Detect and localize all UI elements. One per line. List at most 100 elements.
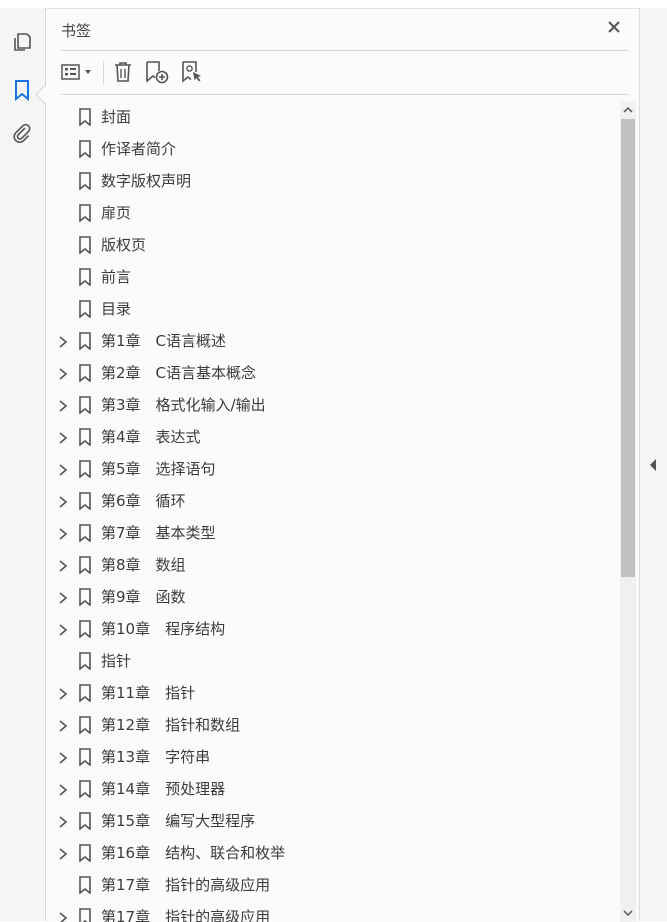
delete-bookmark-icon [115,62,131,82]
header-divider [61,50,629,51]
bookmark-row[interactable]: 第7章 基本类型 [46,517,620,549]
bookmark-row[interactable]: 第9章 函数 [46,581,620,613]
chevron-right-icon[interactable] [58,528,68,540]
options-menu-button[interactable] [60,59,98,85]
chevron-right-icon[interactable] [58,816,68,828]
bookmark-label: 第12章 指针和数组 [101,716,241,734]
chevron-right-icon[interactable] [58,624,68,636]
bookmark-icon[interactable] [10,78,34,102]
bookmark-label: 版权页 [101,236,147,254]
bookmark-row[interactable]: 第4章 表达式 [46,421,620,453]
chevron-right-icon[interactable] [58,848,68,860]
delete-bookmark-button[interactable] [112,59,136,85]
chevron-right-icon[interactable] [58,368,68,380]
chevron-right-icon[interactable] [58,592,68,604]
bookmark-label: 第9章 函数 [101,588,186,606]
bookmark-label: 第8章 数组 [101,556,186,574]
bookmark-row[interactable]: 第6章 循环 [46,485,620,517]
bookmark-row[interactable]: 前言 [46,261,620,293]
scroll-down-icon[interactable] [620,904,636,922]
chevron-right-icon[interactable] [58,784,68,796]
bookmark-row[interactable]: 第8章 数组 [46,549,620,581]
bookmark-row[interactable]: 第13章 字符串 [46,741,620,773]
bookmark-label: 扉页 [101,204,132,222]
bookmark-row[interactable]: 第10章 程序结构 [46,613,620,645]
bookmark-icon [79,588,91,606]
bookmark-icon [79,652,91,670]
collapse-left-icon[interactable] [648,458,658,472]
bookmark-row[interactable]: 指针 [46,645,620,677]
bookmark-icon [79,556,91,574]
bookmark-icon [79,684,91,702]
bookmark-label: 前言 [101,268,132,286]
chevron-right-icon[interactable] [58,752,68,764]
vertical-scrollbar[interactable] [620,101,636,922]
bookmark-row[interactable]: 目录 [46,293,620,325]
panel-title: 书签 [61,22,92,40]
bookmark-label: 封面 [101,108,132,126]
bookmark-icon [79,172,91,190]
bookmark-label: 作译者简介 [101,140,177,158]
chevron-right-icon[interactable] [58,496,68,508]
scrollbar-thumb[interactable] [621,119,635,577]
toolbar-divider [103,61,104,85]
bookmark-row[interactable]: 第2章 C语言基本概念 [46,357,620,389]
bookmark-from-selection-button[interactable] [180,59,204,85]
bookmark-row[interactable]: 数字版权声明 [46,165,620,197]
bookmark-label: 第10章 程序结构 [101,620,226,638]
chevron-right-icon[interactable] [58,720,68,732]
chevron-right-icon[interactable] [58,336,68,348]
bookmarks-panel: 书签 封面 作译者简介 数字版权声明 扉页 版权页 前言 目录 第1章 C语言概… [46,8,639,922]
bookmark-row[interactable]: 作译者简介 [46,133,620,165]
bookmark-icon [79,876,91,894]
scroll-up-icon[interactable] [620,101,636,119]
bookmark-list: 封面作译者简介数字版权声明扉页版权页前言目录第1章 C语言概述 第2章 C语言基本… [46,101,620,922]
chevron-right-icon[interactable] [58,560,68,572]
bookmark-row[interactable]: 第17章 指针的高级应用 [46,869,620,901]
bookmark-icon [79,908,91,922]
bookmark-icon [79,812,91,830]
chevron-right-icon[interactable] [58,464,68,476]
bookmark-row[interactable]: 第14章 预处理器 [46,773,620,805]
bookmark-label: 第6章 循环 [101,492,186,510]
bookmark-icon [79,396,91,414]
bookmark-row[interactable]: 第11章 指针 [46,677,620,709]
toolbar-divider-bottom [61,94,629,95]
bookmark-row[interactable]: 第12章 指针和数组 [46,709,620,741]
bookmark-icon [79,460,91,478]
chevron-right-icon[interactable] [58,432,68,444]
bookmark-icon [79,108,91,126]
attachment-icon[interactable] [10,122,34,146]
bookmark-icon [79,620,91,638]
bookmark-row[interactable]: 版权页 [46,229,620,261]
bookmark-label: 第4章 表达式 [101,428,201,446]
bookmark-icon [79,268,91,286]
bookmark-icon [79,716,91,734]
chevron-right-icon[interactable] [58,688,68,700]
bookmark-row[interactable]: 第15章 编写大型程序 [46,805,620,837]
bookmark-row[interactable]: 扉页 [46,197,620,229]
bookmark-icon [79,236,91,254]
bookmark-row[interactable]: 第17章 指针的高级应用 [46,901,620,922]
bookmark-label: 第13章 字符串 [101,748,211,766]
bookmark-row[interactable]: 第1章 C语言概述 [46,325,620,357]
close-icon[interactable] [606,19,622,35]
bookmark-label: 指针 [101,652,132,670]
navigation-rail [0,8,54,921]
bookmark-row[interactable]: 第3章 格式化输入/输出 [46,389,620,421]
bookmark-row[interactable]: 封面 [46,101,620,133]
bookmark-label: 第3章 格式化输入/输出 [101,396,266,414]
bookmark-icon [79,204,91,222]
bookmark-label: 第7章 基本类型 [101,524,216,542]
bookmark-icon [79,780,91,798]
bookmark-row[interactable]: 第16章 结构、联合和枚举 [46,837,620,869]
new-bookmark-button[interactable] [144,59,170,85]
bookmark-label: 目录 [101,300,132,318]
bookmark-icon [79,844,91,862]
bookmark-icon [79,492,91,510]
bookmark-row[interactable]: 第5章 选择语句 [46,453,620,485]
bookmark-label: 第11章 指针 [101,684,196,702]
chevron-right-icon[interactable] [58,400,68,412]
pages-icon[interactable] [10,30,34,54]
panel-splitter[interactable] [639,8,667,921]
